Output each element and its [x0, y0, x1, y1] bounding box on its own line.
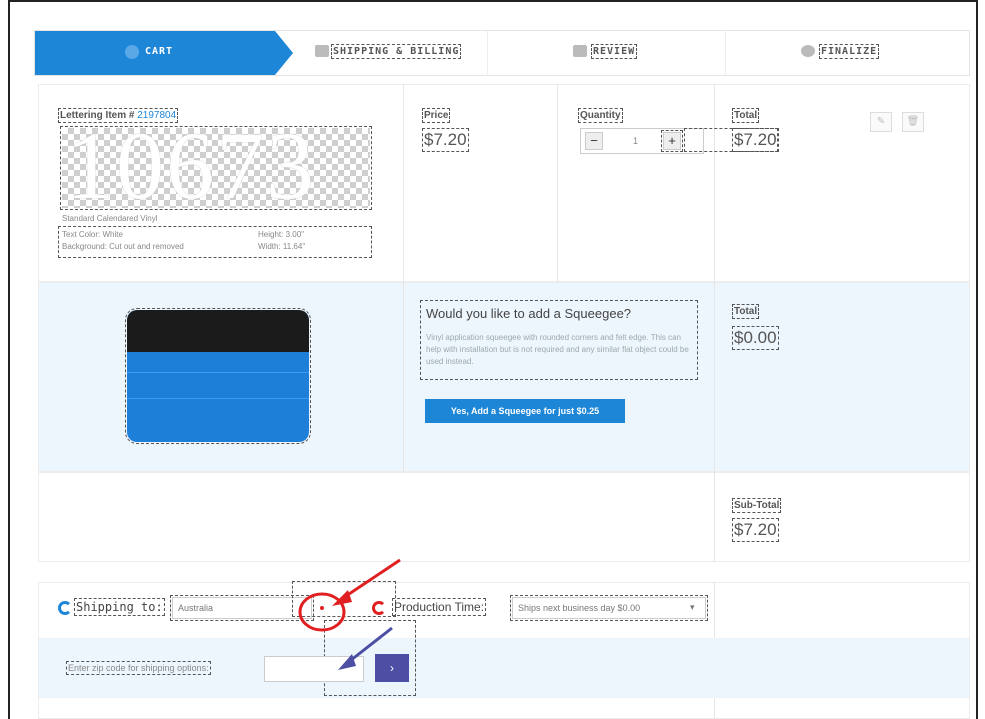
column-divider	[557, 84, 558, 282]
subtotal-label: Sub-Total	[731, 498, 782, 513]
subtotal-value: $7.20	[732, 518, 779, 542]
addon-total-label: Total	[731, 304, 760, 319]
finalize-icon	[801, 45, 815, 57]
item-material: Standard Calendared Vinyl	[62, 214, 158, 223]
step-finalize[interactable]: FINALIZE	[818, 44, 880, 59]
chevron-down-icon: ▾	[690, 602, 695, 612]
quantity-plus-button[interactable]: +	[661, 130, 683, 152]
step-review[interactable]: REVIEW	[590, 44, 638, 59]
item-width: Width: 11.64"	[258, 242, 306, 251]
quantity-input[interactable]: 1	[633, 136, 638, 146]
price-label: Price	[421, 108, 451, 123]
column-divider	[714, 698, 715, 719]
column-divider	[403, 282, 404, 472]
column-divider	[714, 582, 715, 638]
item-background: Background: Cut out and removed	[62, 242, 184, 251]
step-divider	[487, 31, 488, 75]
step-cart-label: CART	[145, 46, 174, 57]
step-divider	[725, 31, 726, 75]
squeegee-ridge	[127, 398, 309, 399]
column-divider	[714, 282, 715, 472]
checkout-steps: CART SHIPPING & BILLING REVIEW FINALIZE	[34, 30, 970, 76]
squeegee-ridge	[127, 372, 309, 373]
cart-icon	[125, 45, 139, 59]
quantity-label: Quantity	[578, 108, 623, 123]
shipping-globe-icon	[58, 601, 72, 615]
delete-icon[interactable]: 🗑	[902, 112, 924, 132]
price-value: $7.20	[422, 128, 469, 152]
production-time-select[interactable]: Ships next business day $0.00	[510, 595, 708, 621]
zip-label: Enter zip code for shipping options:	[66, 661, 211, 675]
column-divider	[714, 472, 715, 562]
subtotal-panel	[38, 472, 970, 562]
squeegee-felt-edge	[127, 310, 309, 352]
shipping-label: Shipping to:	[74, 598, 165, 616]
addon-total-value: $0.00	[732, 326, 779, 350]
column-divider	[403, 84, 404, 282]
total-label: Total	[731, 108, 760, 123]
lettering-preview-text: 10673	[66, 112, 316, 219]
shipping-country-select[interactable]: Australia	[170, 595, 314, 621]
step-shipping[interactable]: SHIPPING & BILLING	[330, 44, 462, 59]
addon-title: Would you like to add a Squeegee?	[426, 306, 632, 321]
production-time-icon	[372, 601, 386, 615]
add-squeegee-button[interactable]: Yes, Add a Squeegee for just $0.25	[425, 399, 625, 423]
quantity-minus-button[interactable]: −	[585, 132, 603, 150]
squeegee-image	[125, 308, 311, 444]
zip-submit-button[interactable]: ›	[375, 654, 409, 682]
dropdown-arrow-icon	[320, 606, 324, 610]
shipping-icon	[315, 45, 329, 57]
edit-icon[interactable]: ✎	[870, 112, 892, 132]
step-cart[interactable]: CART	[35, 31, 293, 75]
item-height: Height: 3.00"	[258, 230, 304, 239]
total-value: $7.20	[732, 128, 779, 152]
zip-code-input[interactable]	[264, 656, 364, 682]
column-divider	[714, 84, 715, 282]
item-text-color: Text Color: White	[62, 230, 123, 239]
addon-description: Vinyl application squeegee with rounded …	[426, 333, 689, 366]
review-icon	[573, 45, 587, 57]
production-time-label: Production Time:	[391, 598, 487, 616]
